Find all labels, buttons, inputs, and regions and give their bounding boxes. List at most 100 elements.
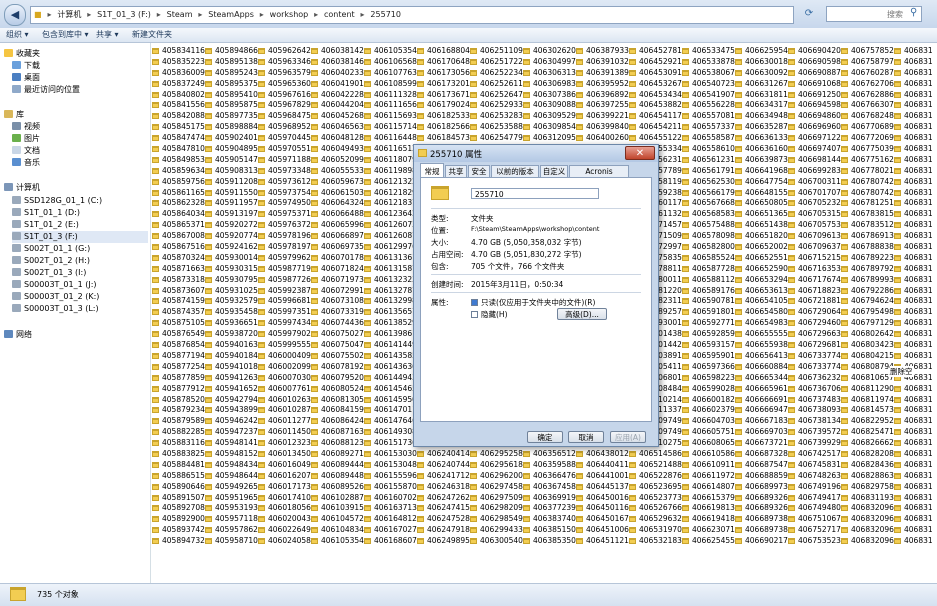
folder-item[interactable]: 406115693 [364, 111, 417, 122]
folder-item[interactable]: 406831 [894, 264, 937, 275]
folder-item[interactable]: 406585524 [682, 253, 735, 264]
folder-item[interactable]: 406831 [894, 68, 937, 79]
folder-item[interactable]: 405877912 [152, 384, 205, 395]
folder-item[interactable]: 406105354 [364, 46, 417, 57]
folder-item[interactable]: 406249895 [417, 536, 470, 547]
back-button[interactable]: ◀ [4, 4, 26, 26]
folder-item[interactable]: 406045268 [311, 111, 364, 122]
folder-item[interactable]: 406086424 [311, 416, 364, 427]
folder-item[interactable]: 406038142 [311, 46, 364, 57]
folder-item[interactable]: 405864034 [152, 209, 205, 220]
folder-item[interactable]: 406831 [894, 503, 937, 514]
folder-item[interactable]: 405862328 [152, 198, 205, 209]
folder-item[interactable]: 406451006 [576, 525, 629, 536]
include-in-library-menu[interactable]: 包含到库中 ▾ [42, 28, 89, 42]
readonly-checkbox[interactable] [471, 299, 478, 306]
folder-item[interactable]: 406010287 [258, 405, 311, 416]
folder-item[interactable]: 406610911 [682, 460, 735, 471]
folder-item[interactable]: 406454211 [629, 122, 682, 133]
folder-item[interactable]: 406103915 [311, 503, 364, 514]
folder-item[interactable]: 405965360 [258, 79, 311, 90]
folder-item[interactable]: 406016049 [258, 460, 311, 471]
folder-item[interactable]: 406040233 [311, 68, 364, 79]
folder-item[interactable]: 405840802 [152, 90, 205, 101]
folder-item[interactable]: 406797129 [841, 318, 894, 329]
folder-item[interactable]: 406729663 [788, 329, 841, 340]
new-folder-button[interactable]: 新建文件夹 [132, 28, 172, 42]
folder-item[interactable]: 406608065 [682, 438, 735, 449]
folder-item[interactable]: 406831 [894, 514, 937, 525]
folder-item[interactable]: 405973754 [258, 188, 311, 199]
breadcrumb-item[interactable]: SteamApps [205, 7, 257, 23]
folder-item[interactable]: 405908313 [205, 166, 258, 177]
folder-item[interactable]: 406766307 [841, 100, 894, 111]
folder-item[interactable]: 405893742 [152, 525, 205, 536]
folder-item[interactable]: 405970551 [258, 144, 311, 155]
folder-item[interactable]: 406778021 [841, 166, 894, 177]
folder-item[interactable]: 406829758 [841, 482, 894, 493]
folder-item[interactable]: 406828208 [841, 449, 894, 460]
nav-recent-places[interactable]: 最近访问的位置 [12, 84, 80, 96]
folder-item[interactable]: 405957118 [205, 514, 258, 525]
folder-item[interactable]: 406772069 [841, 133, 894, 144]
folder-item[interactable]: 405873318 [152, 275, 205, 286]
folder-item[interactable]: 406395952 [576, 79, 629, 90]
folder-item[interactable]: 405963346 [258, 57, 311, 68]
folder-item[interactable]: 406788838 [841, 242, 894, 253]
folder-item[interactable]: 406786913 [841, 231, 894, 242]
folder-item[interactable]: 406251722 [470, 57, 523, 68]
folder-item[interactable]: 406247415 [417, 503, 470, 514]
folder-item[interactable]: 406298209 [470, 503, 523, 514]
folder-item[interactable]: 406155870 [364, 482, 417, 493]
tab-acronis-recovery[interactable]: Acronis Recovery [569, 165, 629, 188]
folder-item[interactable]: 406733774 [788, 351, 841, 362]
folder-item[interactable]: 406541907 [682, 90, 735, 101]
folder-item[interactable]: 406831 [894, 79, 937, 90]
folder-item[interactable]: 406075047 [311, 340, 364, 351]
folder-item[interactable]: 406660884 [735, 362, 788, 373]
folder-item[interactable]: 406619418 [682, 514, 735, 525]
folder-item[interactable]: 405849853 [152, 155, 205, 166]
folder-item[interactable]: 405997351 [258, 307, 311, 318]
folder-item[interactable]: 406538067 [682, 68, 735, 79]
folder-item[interactable]: 406022649 [258, 525, 311, 536]
folder-item[interactable]: 406625954 [735, 46, 788, 57]
folder-item[interactable]: 406399221 [576, 111, 629, 122]
folder-item[interactable]: 406753523 [788, 536, 841, 547]
folder-item[interactable]: 405946242 [205, 416, 258, 427]
folder-item[interactable]: 405895138 [205, 57, 258, 68]
folder-item[interactable]: 406651438 [735, 220, 788, 231]
folder-item[interactable]: 406042228 [311, 90, 364, 101]
folder-item[interactable]: 406831 [894, 427, 937, 438]
folder-item[interactable]: 406450167 [576, 514, 629, 525]
folder-item[interactable]: 405870324 [152, 253, 205, 264]
folder-item[interactable]: 405973612 [258, 177, 311, 188]
cancel-button[interactable]: 取消 [568, 431, 604, 443]
folder-item[interactable]: 406163713 [364, 503, 417, 514]
folder-item[interactable]: 406653613 [735, 286, 788, 297]
folder-item[interactable]: 405894866 [205, 46, 258, 57]
folder-item[interactable]: 406072991 [311, 286, 364, 297]
folder-item[interactable]: 406302620 [523, 46, 576, 57]
breadcrumb-item[interactable]: content [321, 7, 358, 23]
folder-item[interactable]: 406634317 [735, 100, 788, 111]
folder-item[interactable]: 406562530 [682, 177, 735, 188]
folder-item[interactable]: 406182566 [417, 122, 470, 133]
folder-item[interactable]: 406131361 [364, 253, 417, 264]
folder-item[interactable]: 406831 [894, 253, 937, 264]
close-icon[interactable]: ✕ [625, 146, 655, 160]
folder-item[interactable]: 406689973 [735, 482, 788, 493]
folder-item[interactable]: 405902401 [205, 133, 258, 144]
folder-item[interactable]: 406792286 [841, 286, 894, 297]
folder-item[interactable]: 406639873 [735, 155, 788, 166]
folder-item[interactable]: 406066897 [311, 231, 364, 242]
search-icon[interactable]: ⚲ [910, 7, 917, 18]
folder-item[interactable]: 406138529 [364, 318, 417, 329]
folder-item[interactable]: 405997434 [258, 318, 311, 329]
folder-item[interactable]: 406655938 [735, 340, 788, 351]
folder-item[interactable]: 406752717 [788, 525, 841, 536]
folder-item[interactable]: 406306983 [523, 79, 576, 90]
folder-item[interactable]: 406132323 [364, 275, 417, 286]
folder-item[interactable]: 406729681 [788, 340, 841, 351]
folder-item[interactable]: 406452921 [629, 57, 682, 68]
